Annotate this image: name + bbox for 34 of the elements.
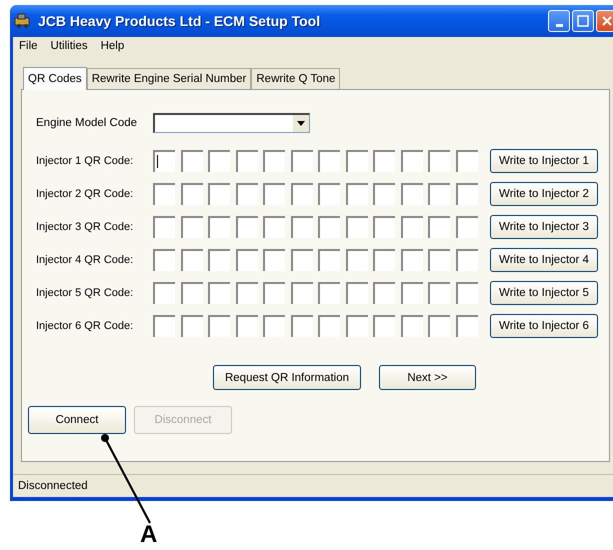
menu-item[interactable]: File — [19, 40, 38, 54]
field-label: Injector 1 QR Code: — [36, 154, 134, 166]
window-title: JCB Heavy Products Ltd - ECM Setup Tool — [38, 13, 320, 29]
write-button[interactable]: Write to Injector 1 — [490, 148, 598, 172]
write-button[interactable]: Write to Injector 4 — [490, 248, 598, 272]
menu-item[interactable]: Utilities — [50, 40, 88, 54]
machine-icon — [14, 13, 32, 29]
tab[interactable]: Rewrite Q Tone — [251, 68, 340, 89]
maximize-button[interactable] — [572, 10, 594, 32]
field-label: Injector 5 QR Code: — [36, 286, 134, 298]
write-button[interactable]: Write to Injector 3 — [490, 214, 598, 238]
write-button[interactable]: Write to Injector 5 — [490, 280, 598, 304]
tab[interactable]: QR Codes — [23, 67, 87, 90]
minimize-button[interactable] — [548, 10, 570, 32]
close-icon — [601, 15, 613, 27]
status-text: Disconnected — [18, 480, 88, 492]
field-label: Injector 2 QR Code: — [36, 188, 134, 200]
minimize-icon — [556, 24, 562, 26]
callout-label: A — [140, 522, 158, 548]
dropdown[interactable] — [153, 113, 310, 133]
connection-button[interactable]: Connect — [28, 406, 126, 434]
field-label: Injector 6 QR Code: — [36, 320, 134, 332]
write-button[interactable]: Write to Injector 6 — [490, 314, 598, 338]
field-label: Injector 3 QR Code: — [36, 220, 134, 232]
tab[interactable]: Rewrite Engine Serial Number — [86, 68, 252, 89]
write-button[interactable]: Write to Injector 2 — [490, 182, 598, 206]
code-box[interactable] — [153, 150, 175, 172]
menu-item[interactable]: Help — [100, 40, 124, 54]
close-button[interactable] — [596, 10, 613, 32]
field-label: Engine Model Code — [36, 117, 138, 129]
maximize-icon — [577, 15, 589, 27]
field-label: Injector 4 QR Code: — [36, 254, 134, 266]
action-button[interactable]: Request QR Information — [213, 365, 361, 390]
action-button[interactable]: Next >> — [379, 365, 476, 390]
